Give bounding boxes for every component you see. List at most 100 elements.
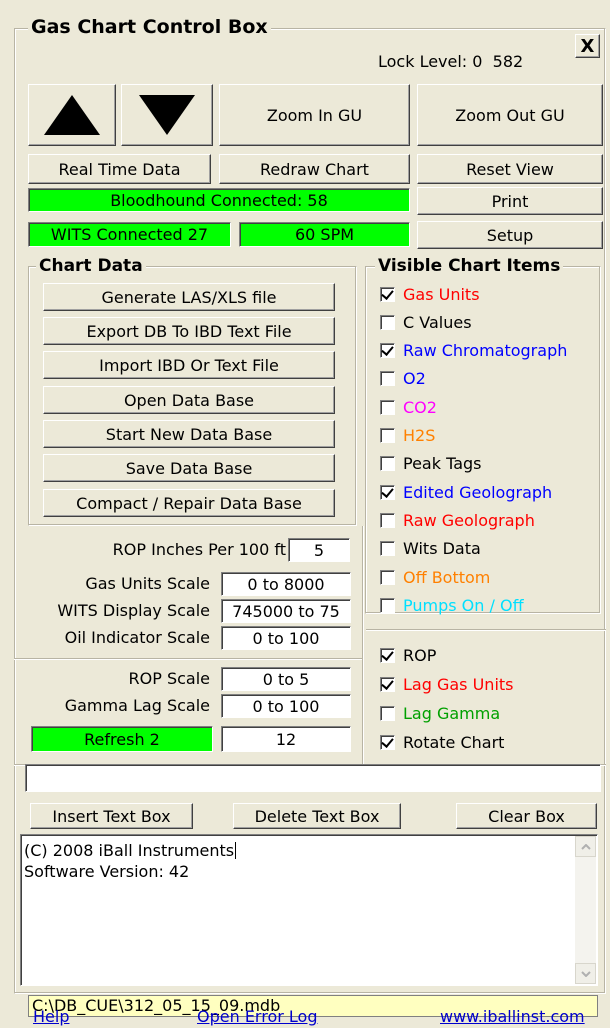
- close-icon: X: [580, 35, 595, 57]
- checkbox-c-values[interactable]: C Values: [380, 311, 472, 333]
- help-link[interactable]: Help: [33, 1007, 69, 1026]
- scroll-down-button[interactable]: [121, 84, 213, 146]
- checkbox-label: Off Bottom: [403, 567, 491, 587]
- close-button[interactable]: X: [575, 34, 600, 58]
- checkbox-box[interactable]: [380, 428, 395, 443]
- scale-input[interactable]: 0 to 5: [221, 667, 351, 691]
- checkbox-box[interactable]: [380, 597, 395, 613]
- scale-input[interactable]: 0 to 100: [221, 694, 351, 718]
- chart-data-button[interactable]: Generate LAS/XLS file: [43, 283, 335, 311]
- lock-level-text: Lock Level: 0 582: [378, 52, 524, 71]
- scale-label: WITS Display Scale: [57, 601, 210, 620]
- chart-data-button[interactable]: Import IBD Or Text File: [43, 351, 335, 379]
- checkbox-lag-gamma[interactable]: Lag Gamma: [380, 703, 500, 725]
- open-error-log-link[interactable]: Open Error Log: [197, 1007, 317, 1026]
- checkbox-label: Lag Gamma: [403, 704, 501, 724]
- checkbox-label: Lag Gas Units: [403, 674, 514, 694]
- checkbox-label: ROP: [403, 645, 437, 665]
- checkbox-label: Edited Geolograph: [403, 482, 553, 502]
- memo-line-1: (C) 2008 iBall Instruments: [24, 841, 237, 860]
- memo-scrollbar[interactable]: [575, 836, 596, 984]
- chart-data-button[interactable]: Compact / Repair Data Base: [43, 489, 335, 517]
- clear-box-button[interactable]: Clear Box: [456, 803, 597, 829]
- scale-label: ROP Scale: [128, 669, 211, 688]
- scroll-up-button[interactable]: [28, 84, 116, 146]
- checkbox-peak-tags[interactable]: Peak Tags: [380, 453, 482, 475]
- scale-separator: [14, 658, 364, 660]
- checkbox-box[interactable]: [380, 343, 395, 359]
- checkbox-label: Gas Units: [403, 284, 480, 304]
- checkbox-label: CO2: [403, 397, 437, 417]
- checkbox-box[interactable]: [380, 371, 395, 387]
- checkbox-co2[interactable]: CO2: [380, 396, 437, 418]
- arrow-down-icon: [139, 95, 195, 135]
- scale-input[interactable]: 0 to 8000: [221, 572, 351, 596]
- zoom-out-button[interactable]: Zoom Out GU: [417, 84, 603, 146]
- checkbox-rotate-chart[interactable]: Rotate Chart: [380, 732, 504, 754]
- memo-textarea[interactable]: (C) 2008 iBall Instruments Software Vers…: [20, 834, 598, 986]
- checkbox-box[interactable]: [380, 541, 395, 557]
- visible-items-title: Visible Chart Items: [375, 258, 564, 275]
- checkbox-label: O2: [403, 369, 426, 389]
- checkbox-label: Raw Chromatograph: [403, 341, 568, 361]
- checkbox-box[interactable]: [380, 286, 395, 302]
- chart-data-button[interactable]: Save Data Base: [43, 454, 335, 482]
- scale-label: ROP Inches Per 100 ft: [112, 540, 286, 559]
- checkbox-raw-chromatograph[interactable]: Raw Chromatograph: [380, 340, 567, 362]
- bloodhound-status: Bloodhound Connected: 58: [28, 188, 410, 212]
- spm-status: 60 SPM: [239, 222, 410, 247]
- chevron-down-icon: [580, 970, 591, 977]
- reset-view-button[interactable]: Reset View: [417, 154, 603, 184]
- refresh-button[interactable]: Refresh 2: [31, 726, 213, 752]
- status-bar-field: [25, 764, 601, 792]
- checkbox-box[interactable]: [380, 676, 395, 692]
- checkbox-raw-geolograph[interactable]: Raw Geolograph: [380, 509, 535, 531]
- chart-data-button[interactable]: Open Data Base: [43, 386, 335, 414]
- scale-input[interactable]: 5: [288, 538, 350, 562]
- checkbox-box[interactable]: [380, 314, 395, 330]
- checkbox-label: Wits Data: [403, 539, 481, 559]
- checkbox-box[interactable]: [380, 706, 395, 722]
- delete-text-box-button[interactable]: Delete Text Box: [233, 803, 401, 829]
- checkbox-box[interactable]: [380, 735, 395, 751]
- redraw-chart-button[interactable]: Redraw Chart: [219, 154, 410, 184]
- checkbox-o2[interactable]: O2: [380, 368, 426, 390]
- memo-line-2: Software Version: 42: [24, 862, 190, 881]
- items-separator: [366, 629, 606, 631]
- chart-data-button[interactable]: Start New Data Base: [43, 420, 335, 448]
- refresh-value: 12: [221, 726, 351, 752]
- website-link[interactable]: www.iballinst.com: [440, 1007, 585, 1026]
- checkbox-box[interactable]: [380, 647, 395, 663]
- checkbox-box[interactable]: [380, 569, 395, 585]
- setup-button[interactable]: Setup: [417, 221, 603, 249]
- checkbox-box[interactable]: [380, 456, 395, 472]
- checkbox-label: Peak Tags: [403, 454, 482, 474]
- checkbox-off-bottom[interactable]: Off Bottom: [380, 566, 490, 588]
- wits-status: WITS Connected 27: [28, 222, 231, 247]
- insert-text-box-button[interactable]: Insert Text Box: [30, 803, 193, 829]
- chevron-up-icon: [580, 843, 591, 850]
- scroll-up-arrow[interactable]: [575, 836, 596, 857]
- checkbox-lag-gas-units[interactable]: Lag Gas Units: [380, 673, 514, 695]
- real-time-data-button[interactable]: Real Time Data: [28, 154, 211, 184]
- checkbox-edited-geolograph[interactable]: Edited Geolograph: [380, 481, 552, 503]
- scroll-down-arrow[interactable]: [575, 963, 596, 984]
- checkbox-gas-units[interactable]: Gas Units: [380, 283, 480, 305]
- checkbox-label: H2S: [403, 426, 436, 445]
- print-button[interactable]: Print: [417, 187, 603, 215]
- zoom-in-button[interactable]: Zoom In GU: [219, 84, 410, 146]
- checkbox-label: C Values: [403, 312, 472, 332]
- checkbox-label: Pumps On / Off: [403, 595, 524, 615]
- chart-data-button[interactable]: Export DB To IBD Text File: [43, 317, 335, 345]
- checkbox-rop[interactable]: ROP: [380, 644, 436, 666]
- chart-data-title: Chart Data: [36, 258, 146, 275]
- scale-input[interactable]: 0 to 100: [221, 626, 351, 650]
- checkbox-wits-data[interactable]: Wits Data: [380, 538, 481, 560]
- scale-label: Gas Units Scale: [85, 574, 210, 593]
- checkbox-box[interactable]: [380, 512, 395, 528]
- checkbox-h2s[interactable]: H2S: [380, 425, 435, 447]
- checkbox-box[interactable]: [380, 484, 395, 500]
- scale-input[interactable]: 745000 to 75: [221, 599, 351, 623]
- checkbox-pumps-on-off[interactable]: Pumps On / Off: [380, 594, 524, 616]
- checkbox-box[interactable]: [380, 399, 395, 415]
